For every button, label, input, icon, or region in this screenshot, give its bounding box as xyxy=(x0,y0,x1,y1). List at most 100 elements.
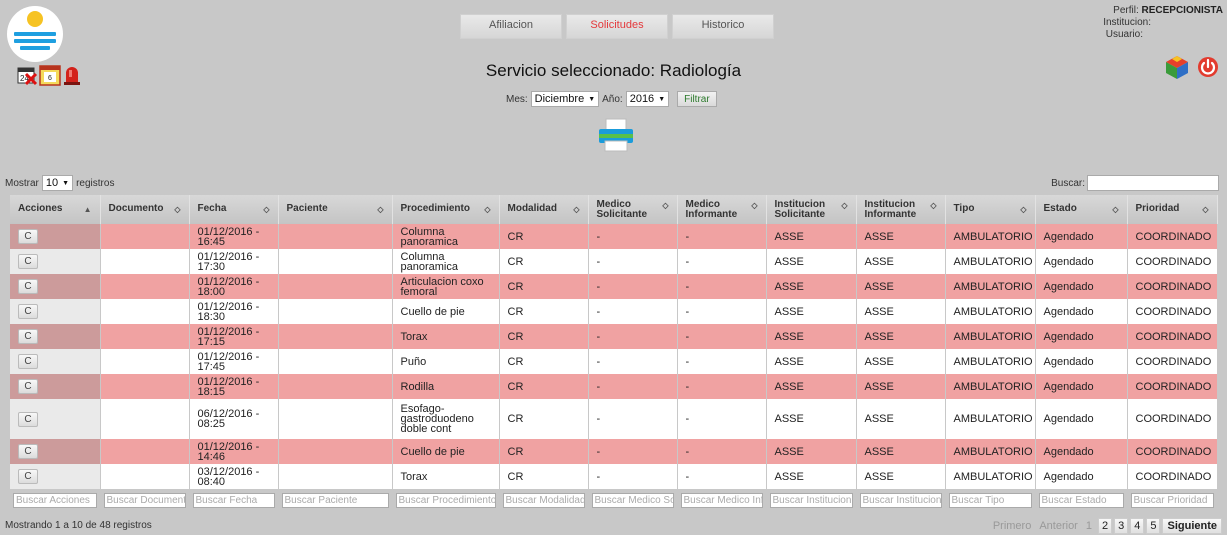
table-cell: - xyxy=(677,399,766,439)
table-row[interactable]: C 03/12/2016 - 08:40 Torax CR - - ASSE ASSE AMBU… xyxy=(10,464,1217,489)
table-cell: ASSE xyxy=(766,299,856,324)
table-row[interactable]: C 01/12/2016 - 18:00 Articulacion coxo fem… xyxy=(10,274,1217,299)
tab-historico[interactable]: Historico xyxy=(672,14,774,39)
pagination-page[interactable]: 2 xyxy=(1097,517,1113,534)
pagination-next[interactable]: Siguiente xyxy=(1162,517,1222,534)
pagination-previous[interactable]: Anterior xyxy=(1035,518,1082,534)
row-action-button[interactable]: C xyxy=(18,354,38,369)
column-search-input[interactable]: Buscar Procedimiento xyxy=(395,492,496,508)
pagination-page[interactable]: 3 xyxy=(1114,517,1129,534)
table-cell: ASSE xyxy=(766,439,856,464)
column-header[interactable]: ◇ Estado xyxy=(1035,195,1128,224)
table-cell: - xyxy=(588,399,677,439)
column-header[interactable]: ◇ Prioridad xyxy=(1127,195,1218,224)
column-header[interactable]: ◇ Documento xyxy=(100,195,190,224)
table-row[interactable]: C 01/12/2016 - 16:45 Columna panoramica CR -… xyxy=(10,224,1217,249)
page-length-select[interactable]: 10 ▼ xyxy=(41,175,74,191)
column-header[interactable]: ◇ Procedimiento xyxy=(392,195,500,224)
app-logo-icon[interactable] xyxy=(7,6,63,62)
row-action-button[interactable]: C xyxy=(18,444,38,459)
row-action-button[interactable]: C xyxy=(18,229,38,244)
column-header[interactable]: ◇ Modalidad xyxy=(499,195,589,224)
column-header[interactable]: ▲ Acciones xyxy=(10,195,101,224)
table-cell: AMBULATORIO xyxy=(945,349,1035,374)
anio-label: Año: xyxy=(602,93,623,105)
column-header[interactable]: ◇ Institucion Solicitante xyxy=(766,195,857,224)
table-row[interactable]: C 01/12/2016 - 17:15 Torax CR - - ASSE ASSE AMBU… xyxy=(10,324,1217,349)
sort-icon: ◇ xyxy=(377,205,384,214)
column-header-label: Tipo xyxy=(953,203,975,214)
table-cell: 01/12/2016 - 18:00 xyxy=(189,274,278,299)
anio-select[interactable]: 2016 ▼ xyxy=(625,91,670,107)
table-cell: 01/12/2016 - 16:45 xyxy=(189,224,278,249)
pagination-pages: 12345 xyxy=(1082,517,1161,534)
table-cell: - xyxy=(588,249,677,274)
column-search-input[interactable]: Buscar Institucion Solicitante xyxy=(769,492,853,508)
column-header[interactable]: ◇ Tipo xyxy=(945,195,1036,224)
tab-afiliacion[interactable]: Afiliacion xyxy=(460,14,562,39)
row-action-button[interactable]: C xyxy=(18,279,38,294)
column-search-input[interactable]: Buscar Medico Solicitante xyxy=(591,492,674,508)
table-cell: - xyxy=(588,464,677,489)
column-search-row: Buscar Acciones Buscar Documento Buscar Fe… xyxy=(10,489,1217,511)
column-header-label: Medico Solicitante xyxy=(596,198,648,220)
row-action-button[interactable]: C xyxy=(18,254,38,269)
column-search-input[interactable]: Buscar Medico Informante xyxy=(680,492,763,508)
table-row[interactable]: C 01/12/2016 - 17:45 Puño CR - - ASSE ASSE AMBUL… xyxy=(10,349,1217,374)
column-search-cell: Buscar Estado xyxy=(1035,489,1127,511)
table-row[interactable]: C 01/12/2016 - 18:30 Cuello de pie CR - - ASSE… xyxy=(10,299,1217,324)
row-action-button[interactable]: C xyxy=(18,411,38,427)
column-search-input[interactable]: Buscar Estado xyxy=(1038,492,1124,508)
column-search-input[interactable]: Buscar Tipo xyxy=(948,492,1032,508)
column-search-input[interactable]: Buscar Documento xyxy=(103,492,186,508)
table-cell: - xyxy=(677,439,766,464)
table-cell: 01/12/2016 - 17:15 xyxy=(189,324,278,349)
filtrar-button[interactable]: Filtrar xyxy=(677,91,717,107)
column-header[interactable]: ◇ Medico Solicitante xyxy=(588,195,678,224)
search-input[interactable] xyxy=(1087,175,1219,191)
pagination-page[interactable]: 4 xyxy=(1130,517,1145,534)
table-row[interactable]: C 01/12/2016 - 14:46 Cuello de pie CR - - ASSE… xyxy=(10,439,1217,464)
table-cell: - xyxy=(588,349,677,374)
table-cell: AMBULATORIO xyxy=(945,224,1035,249)
sort-icon: ▲ xyxy=(83,205,92,214)
column-header[interactable]: ◇ Institucion Informante xyxy=(856,195,946,224)
user-info: Perfil: RECEPCIONISTA Institucion: Usuar… xyxy=(1103,5,1223,41)
table-cell: ASSE xyxy=(766,464,856,489)
perfil-label: Perfil: xyxy=(1113,5,1139,16)
pagination-page[interactable]: 5 xyxy=(1146,517,1161,534)
table-row[interactable]: C 01/12/2016 - 17:30 Columna panoramica CR -… xyxy=(10,249,1217,274)
table-cell xyxy=(100,324,189,349)
header: 24 6 Afiliacion Solicitudes Historico Pe… xyxy=(0,0,1227,170)
table-cell: - xyxy=(588,439,677,464)
row-action-button[interactable]: C xyxy=(18,469,38,484)
column-search-input[interactable]: Buscar Prioridad xyxy=(1130,492,1214,508)
table-cell xyxy=(100,439,189,464)
mostrar-label: Mostrar xyxy=(5,177,39,189)
column-header[interactable]: ◇ Paciente xyxy=(278,195,393,224)
pagination-page[interactable]: 1 xyxy=(1082,518,1096,534)
table-cell: C xyxy=(10,224,100,249)
column-search-input[interactable]: Buscar Modalidad xyxy=(502,492,585,508)
table-cell: Agendado xyxy=(1035,349,1127,374)
column-search-input[interactable]: Buscar Institucion Informante xyxy=(859,492,942,508)
column-header[interactable]: ◇ Medico Informante xyxy=(677,195,767,224)
printer-icon[interactable] xyxy=(596,117,636,153)
pagination-first[interactable]: Primero xyxy=(989,518,1036,534)
mes-select[interactable]: Diciembre ▼ xyxy=(530,91,600,107)
column-header[interactable]: ◇ Fecha xyxy=(189,195,279,224)
row-action-button[interactable]: C xyxy=(18,379,38,394)
column-search-input[interactable]: Buscar Paciente xyxy=(281,492,389,508)
table-controls: Mostrar 10 ▼ registros Buscar: xyxy=(0,171,1227,195)
row-action-button[interactable]: C xyxy=(18,304,38,319)
tab-solicitudes[interactable]: Solicitudes xyxy=(566,14,668,39)
table-row[interactable]: C 06/12/2016 - 08:25 Esofago-gastroduodeno… xyxy=(10,399,1217,439)
row-action-button[interactable]: C xyxy=(18,329,38,344)
table-cell: AMBULATORIO xyxy=(945,324,1035,349)
table-cell: AMBULATORIO xyxy=(945,299,1035,324)
sort-icon: ◇ xyxy=(1202,205,1209,214)
table-cell: Columna panoramica xyxy=(392,224,499,249)
table-row[interactable]: C 01/12/2016 - 18:15 Rodilla CR - - ASSE ASSE AM… xyxy=(10,374,1217,399)
column-search-input[interactable]: Buscar Fecha xyxy=(192,492,275,508)
column-search-input[interactable]: Buscar Acciones xyxy=(13,492,97,508)
